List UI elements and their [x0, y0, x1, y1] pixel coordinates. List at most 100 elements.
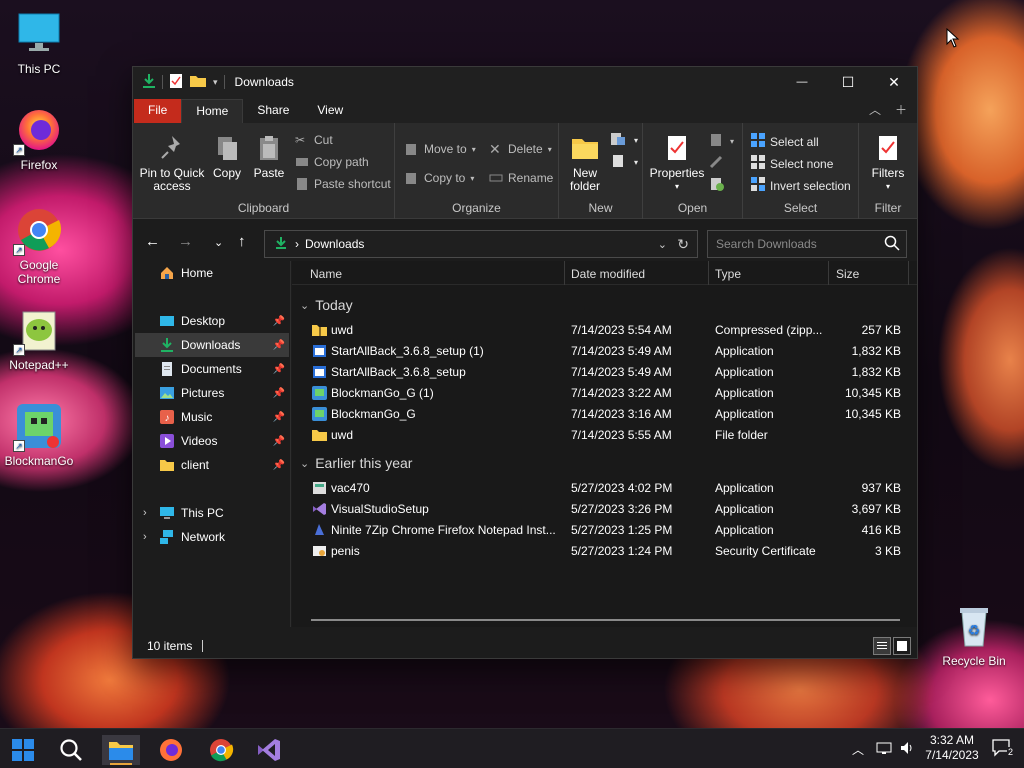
- tab-share[interactable]: Share: [243, 99, 303, 123]
- column-divider[interactable]: [564, 261, 565, 285]
- nav-item-downloads[interactable]: Downloads 📌: [135, 333, 289, 357]
- start-button[interactable]: [4, 735, 42, 765]
- desktop-icon-notepadpp[interactable]: ↗ Notepad++: [1, 306, 77, 372]
- nav-item-pictures[interactable]: Pictures 📌: [135, 381, 289, 405]
- tab-view[interactable]: View: [303, 99, 357, 123]
- tab-file[interactable]: File: [134, 99, 182, 123]
- taskbar-visual-studio[interactable]: [250, 735, 288, 765]
- refresh-icon[interactable]: ↻: [677, 236, 689, 253]
- properties-button[interactable]: Properties ▾: [649, 133, 705, 193]
- nav-item-music[interactable]: ♪ Music 📌: [135, 405, 289, 429]
- table-row[interactable]: vac470 5/27/2023 4:02 PM Application 937…: [292, 478, 917, 499]
- notification-center-button[interactable]: 2: [992, 739, 1014, 757]
- column-header-size[interactable]: Size: [836, 267, 859, 281]
- show-hidden-icons-chevron-icon[interactable]: ︿: [852, 741, 864, 758]
- select-all-button[interactable]: Select all: [751, 133, 819, 150]
- tab-home[interactable]: Home: [181, 99, 244, 123]
- desktop-icon-chrome[interactable]: ↗ Google Chrome: [1, 206, 77, 286]
- nav-item-network[interactable]: › Network: [135, 525, 289, 549]
- forward-arrow-icon[interactable]: →: [178, 233, 193, 250]
- open-button[interactable]: ▾: [709, 133, 734, 150]
- search-input[interactable]: [708, 237, 868, 251]
- copy-to-button[interactable]: Copy to ▾: [405, 171, 474, 185]
- desktop-icon-this-pc[interactable]: This PC: [1, 10, 77, 76]
- close-button[interactable]: ✕: [871, 67, 917, 97]
- address-dropdown-chevron-icon[interactable]: ⌄: [658, 238, 667, 251]
- filters-button[interactable]: Filters ▾: [867, 133, 909, 193]
- nav-item-home[interactable]: Home: [135, 261, 289, 285]
- table-row[interactable]: StartAllBack_3.6.8_setup (1) 7/14/2023 5…: [292, 341, 917, 362]
- nav-label: Music: [181, 410, 213, 424]
- copy-button[interactable]: Copy: [209, 133, 245, 180]
- column-divider[interactable]: [828, 261, 829, 285]
- copy-label: Copy: [212, 166, 241, 180]
- table-row[interactable]: uwd 7/14/2023 5:54 AM Compressed (zipp..…: [292, 320, 917, 341]
- help-plus-icon[interactable]: ＋: [895, 101, 907, 118]
- properties-qa-icon[interactable]: [169, 73, 183, 92]
- desktop-icon-blockmango[interactable]: ↗ BlockmanGo: [1, 402, 77, 468]
- recent-locations-chevron-icon[interactable]: ⌄: [214, 236, 223, 249]
- rename-button[interactable]: Rename: [489, 171, 553, 185]
- invert-selection-button[interactable]: Invert selection: [751, 177, 851, 194]
- network-icon[interactable]: [876, 741, 892, 758]
- pin-quick-access-button[interactable]: Pin to Quick access: [139, 133, 205, 193]
- nav-item-videos[interactable]: Videos 📌: [135, 429, 289, 453]
- group-header-earlier-this-year[interactable]: ⌄ Earlier this year: [300, 455, 412, 471]
- desktop-icon-firefox[interactable]: ↗ Firefox: [1, 106, 77, 172]
- paste-button[interactable]: Paste: [251, 133, 287, 180]
- nav-item-client[interactable]: client 📌: [135, 453, 289, 477]
- column-header-date[interactable]: Date modified: [571, 267, 645, 281]
- new-item-button[interactable]: ▾: [609, 131, 638, 150]
- table-row[interactable]: StartAllBack_3.6.8_setup 7/14/2023 5:49 …: [292, 362, 917, 383]
- paste-shortcut-button[interactable]: Paste shortcut: [295, 177, 391, 191]
- easy-access-button[interactable]: ▾: [609, 153, 638, 172]
- back-arrow-icon[interactable]: ←: [145, 233, 160, 250]
- delete-button[interactable]: ✕ Delete ▾: [489, 142, 552, 156]
- group-header-today[interactable]: ⌄ Today: [300, 297, 353, 313]
- table-row[interactable]: uwd 7/14/2023 5:55 AM File folder: [292, 425, 917, 446]
- breadcrumb-downloads[interactable]: Downloads: [305, 237, 364, 251]
- nav-item-documents[interactable]: Documents 📌: [135, 357, 289, 381]
- search-box[interactable]: [707, 230, 907, 258]
- table-row[interactable]: BlockmanGo_G (1) 7/14/2023 3:22 AM Appli…: [292, 383, 917, 404]
- collapse-ribbon-icon[interactable]: ︿: [869, 101, 881, 118]
- table-row[interactable]: BlockmanGo_G 7/14/2023 3:16 AM Applicati…: [292, 404, 917, 425]
- move-to-button[interactable]: Move to ▾: [405, 142, 476, 156]
- taskbar-chrome[interactable]: [202, 735, 240, 765]
- up-arrow-icon[interactable]: ↑: [238, 233, 246, 250]
- taskbar-file-explorer[interactable]: [102, 735, 140, 765]
- expand-chevron-icon[interactable]: ›: [143, 507, 147, 519]
- column-header-type[interactable]: Type: [715, 267, 741, 281]
- customize-qa-chevron-icon[interactable]: ▾: [213, 77, 218, 88]
- large-icons-view-button[interactable]: [893, 637, 911, 655]
- search-button[interactable]: [52, 735, 90, 765]
- history-button[interactable]: [709, 177, 725, 194]
- column-header-name[interactable]: Name: [310, 267, 342, 281]
- volume-icon[interactable]: [900, 741, 916, 758]
- horizontal-scrollbar[interactable]: [311, 619, 900, 621]
- table-row[interactable]: penis 5/27/2023 1:24 PM Security Certifi…: [292, 541, 917, 562]
- minimize-button[interactable]: —: [779, 67, 825, 97]
- maximize-button[interactable]: ☐: [825, 67, 871, 97]
- search-icon[interactable]: [884, 235, 900, 254]
- desktop-icon-recycle-bin[interactable]: ♻ Recycle Bin: [936, 602, 1012, 668]
- details-view-button[interactable]: [873, 637, 891, 655]
- taskbar-firefox[interactable]: [152, 735, 190, 765]
- column-divider[interactable]: [708, 261, 709, 285]
- new-folder-button[interactable]: New folder: [565, 133, 605, 193]
- nav-item-desktop[interactable]: Desktop 📌: [135, 309, 289, 333]
- select-none-button[interactable]: Select none: [751, 155, 833, 172]
- new-item-icon: [609, 131, 629, 150]
- address-bar[interactable]: › Downloads ⌄ ↻: [264, 230, 698, 258]
- clock[interactable]: 3:32 AM 7/14/2023: [922, 733, 982, 763]
- column-divider[interactable]: [908, 261, 909, 285]
- nav-item-this-pc[interactable]: › This PC: [135, 501, 289, 525]
- file-size: 416 KB: [861, 523, 901, 537]
- expand-chevron-icon[interactable]: ›: [143, 531, 147, 543]
- table-row[interactable]: Ninite 7Zip Chrome Firefox Notepad Inst.…: [292, 520, 917, 541]
- new-folder-qa-icon[interactable]: [189, 74, 207, 91]
- copy-path-button[interactable]: Copy path: [295, 155, 369, 169]
- edit-button[interactable]: [709, 155, 725, 172]
- cut-button[interactable]: ✂ Cut: [295, 133, 333, 147]
- table-row[interactable]: VisualStudioSetup 5/27/2023 3:26 PM Appl…: [292, 499, 917, 520]
